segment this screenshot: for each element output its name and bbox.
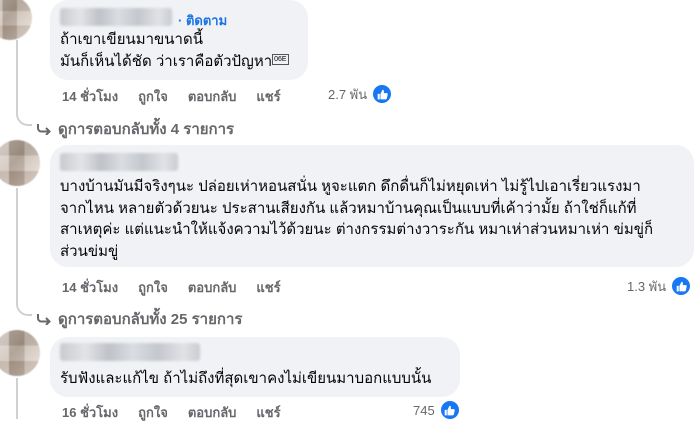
share-button[interactable]: แชร์ — [256, 402, 280, 423]
reaction-count[interactable]: 2.7 พัน — [328, 83, 394, 105]
thumbs-up-icon — [670, 275, 693, 297]
comment-bubble: · ติดตาม ถ้าเขาเขียนมาขนาดนี้ มันก็เห็นไ… — [50, 0, 308, 80]
thread-connector — [16, 110, 32, 126]
reply-button[interactable]: ตอบกลับ — [188, 86, 237, 107]
reply-button[interactable]: ตอบกลับ — [188, 402, 237, 423]
reply-arrow-icon — [37, 124, 51, 135]
reaction-count-value: 745 — [413, 402, 435, 418]
share-button[interactable]: แชร์ — [256, 277, 280, 298]
comment-actions: 16 ชั่วโมง ถูกใจ ตอบกลับ แชร์ — [62, 402, 301, 423]
thread-line — [16, 40, 18, 110]
commenter-avatar[interactable] — [0, 330, 40, 376]
view-replies-link[interactable]: ดูการตอบกลับทั้ง 4 รายการ — [36, 117, 234, 141]
thumbs-up-icon — [438, 399, 461, 421]
reply-button[interactable]: ตอบกลับ — [188, 277, 237, 298]
comment-bubble: รับฟังและแก้ไข ถ้าไม่ถึงที่สุดเขาคงไม่เข… — [50, 337, 460, 397]
emoji-placeholder: 06E — [272, 53, 289, 65]
comment-time[interactable]: 14 ชั่วโมง — [62, 86, 118, 107]
view-replies-label: ดูการตอบกลับทั้ง 4 รายการ — [58, 121, 235, 138]
comment-line: มันก็เห็นได้ชัด ว่าเราคือตัวปัญหา 06E — [60, 51, 289, 73]
reaction-count[interactable]: 745 — [413, 399, 461, 421]
comment-actions: 14 ชั่วโมง ถูกใจ ตอบกลับ แชร์ — [62, 277, 301, 298]
commenter-avatar[interactable] — [0, 140, 40, 186]
comment-bubble: บางบ้านมันมีจริงๆนะ ปล่อยเห่าหอนสนั่น หู… — [50, 145, 694, 267]
share-button[interactable]: แชร์ — [256, 86, 280, 107]
like-button[interactable]: ถูกใจ — [138, 277, 168, 298]
comment-text: ถ้าเขาเขียนมาขนาดนี้ มันก็เห็นได้ชัด ว่า… — [60, 29, 289, 72]
comment-text: บางบ้านมันมีจริงๆนะ ปล่อยเห่าหอนสนั่น หู… — [60, 176, 653, 262]
comment-line-text: มันก็เห็นได้ชัด ว่าเราคือตัวปัญหา — [60, 52, 273, 70]
comment-time[interactable]: 16 ชั่วโมง — [62, 402, 118, 423]
thread-line — [16, 378, 18, 419]
reaction-count-value: 2.7 พัน — [328, 86, 368, 102]
comment-actions: 14 ชั่วโมง ถูกใจ ตอบกลับ แชร์ — [62, 86, 301, 107]
comment-line: ส่วนข่มขู่ — [60, 242, 119, 260]
view-replies-label: ดูการตอบกลับทั้ง 25 รายการ — [58, 311, 243, 328]
commenter-name[interactable] — [60, 343, 200, 361]
reply-arrow-icon — [37, 314, 51, 325]
like-button[interactable]: ถูกใจ — [138, 402, 168, 423]
reaction-count-value: 1.3 พัน — [627, 278, 667, 294]
comment-line: ถ้าเขาเขียนมาขนาดนี้ — [60, 31, 203, 48]
reaction-count[interactable]: 1.3 พัน — [627, 275, 693, 297]
thumbs-up-icon — [371, 83, 394, 105]
thread-line — [16, 188, 18, 300]
comment-line: บางบ้านมันมีจริงๆนะ ปล่อยเห่าหอนสนั่น หู… — [60, 178, 641, 195]
commenter-name[interactable] — [60, 8, 172, 26]
commenter-name[interactable] — [60, 153, 178, 171]
view-replies-link[interactable]: ดูการตอบกลับทั้ง 25 รายการ — [36, 307, 242, 331]
comment-time[interactable]: 14 ชั่วโมง — [62, 277, 118, 298]
comment-line: รับฟังและแก้ไข ถ้าไม่ถึงที่สุดเขาคงไม่เข… — [60, 370, 432, 387]
comment-text: รับฟังและแก้ไข ถ้าไม่ถึงที่สุดเขาคงไม่เข… — [60, 368, 431, 390]
commenter-avatar[interactable] — [0, 0, 32, 40]
like-button[interactable]: ถูกใจ — [138, 86, 168, 107]
comment-line: สาเหตุค่ะ แต่แนะนำให้แจ้งความไว้ด้วยนะ ต… — [60, 221, 654, 238]
comment-line: จากไหน หลายตัวด้วยนะ ประสานเสียงกัน แล้ว… — [60, 199, 637, 217]
follow-link[interactable]: · ติดตาม — [178, 10, 227, 31]
thread-connector — [16, 300, 32, 316]
